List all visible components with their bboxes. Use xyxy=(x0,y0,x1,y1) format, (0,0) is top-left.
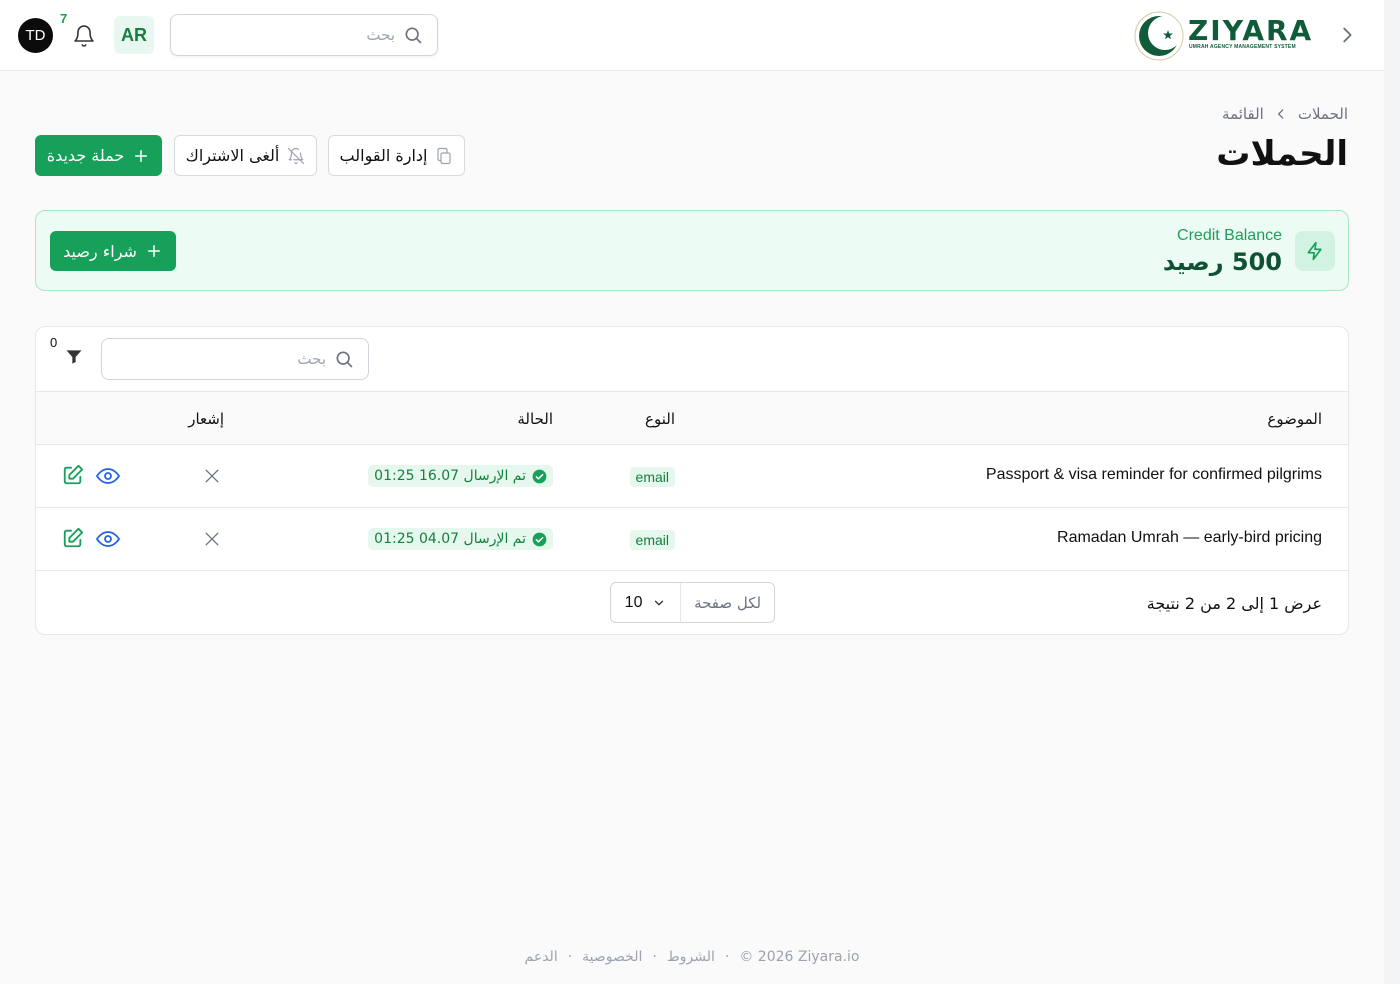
check-circle-icon xyxy=(532,532,547,546)
table-search-input[interactable] xyxy=(112,339,326,379)
credit-balance-label: Credit Balance xyxy=(1177,227,1282,244)
language-switch-button[interactable]: AR xyxy=(114,16,154,54)
row-subject: Passport & visa reminder for confirmed p… xyxy=(985,466,1322,483)
funnel-icon[interactable] xyxy=(64,347,84,367)
search-icon xyxy=(336,351,353,368)
top-bar: TD 7 AR ZIYARA UMRAH AGENCY MANAGEMENT S… xyxy=(0,0,1384,71)
logo-subtitle: UMRAH AGENCY MANAGEMENT SYSTEM xyxy=(1189,44,1296,50)
logo-text: ZIYARA xyxy=(1188,14,1314,47)
breadcrumb: الحملات القائمة xyxy=(1222,105,1348,123)
scrollbar[interactable] xyxy=(1384,0,1400,984)
unsubscribe-button[interactable]: ألغى الاشتراك xyxy=(174,135,317,176)
column-header-status[interactable]: الحالة xyxy=(517,410,553,428)
close-icon xyxy=(205,469,219,483)
credit-balance-card: Credit Balance 500 رصيد شراء رصيد xyxy=(35,210,1349,291)
filter-count-badge: 0 xyxy=(50,335,58,350)
bell-off-icon xyxy=(288,147,305,164)
footer-separator: · xyxy=(724,949,730,965)
page-title: الحملات xyxy=(1216,134,1348,174)
status-badge: تم الإرسال 16.07 01:25 xyxy=(368,465,553,487)
notification-count: 7 xyxy=(60,11,68,26)
row-subject: Ramadan Umrah — early-bird pricing xyxy=(1057,529,1322,546)
site-footer: © 2026 Ziyara.io · الشروط · الخصوصية · ا… xyxy=(0,949,1384,965)
search-icon xyxy=(405,27,422,44)
status-badge: تم الإرسال 04.07 01:25 xyxy=(368,528,553,550)
eye-icon[interactable] xyxy=(96,528,120,550)
per-page-select[interactable]: لكل صفحة 10 xyxy=(610,582,775,623)
breadcrumb-item-campaigns[interactable]: الحملات xyxy=(1298,105,1348,123)
column-header-subject[interactable]: الموضوع xyxy=(1267,410,1322,428)
buy-credit-label: شراء رصيد xyxy=(63,241,137,261)
plus-icon xyxy=(135,149,148,162)
pagination-bar: عرض 1 إلى 2 من 2 نتيجة لكل صفحة 10 xyxy=(36,570,1348,634)
buy-credit-button[interactable]: شراء رصيد xyxy=(50,231,176,271)
table-row: Ramadan Umrah — early-bird pricing email… xyxy=(36,508,1348,571)
table-search-box xyxy=(101,338,369,380)
results-summary: عرض 1 إلى 2 من 2 نتيجة xyxy=(1146,594,1322,613)
user-avatar[interactable]: TD xyxy=(18,18,53,53)
type-badge: email xyxy=(629,530,675,550)
column-header-type[interactable]: النوع xyxy=(645,410,675,428)
chevron-down-icon xyxy=(655,600,664,605)
new-campaign-label: حملة جديدة xyxy=(46,146,125,165)
edit-icon[interactable] xyxy=(62,527,84,549)
campaigns-table-card: 0 الموضوع النوع الحالة إشعار Passport & … xyxy=(35,326,1349,635)
edit-icon[interactable] xyxy=(62,464,84,486)
copy-icon xyxy=(437,147,452,164)
manage-templates-label: إدارة القوالب xyxy=(339,146,428,165)
chevron-right-icon[interactable] xyxy=(1336,23,1358,47)
unsubscribe-label: ألغى الاشتراك xyxy=(185,146,280,165)
bell-icon[interactable] xyxy=(72,24,96,48)
footer-copyright: © 2026 Ziyara.io xyxy=(739,949,860,965)
status-text: تم الإرسال 04.07 01:25 xyxy=(374,531,526,547)
close-icon xyxy=(205,532,219,546)
credit-balance-value: 500 رصيد xyxy=(1162,248,1282,276)
global-search-box xyxy=(170,14,438,56)
per-page-label: لكل صفحة xyxy=(680,583,774,622)
footer-link-privacy[interactable]: الخصوصية xyxy=(582,949,642,965)
footer-separator: · xyxy=(567,949,573,965)
global-search-input[interactable] xyxy=(181,15,395,55)
check-circle-icon xyxy=(532,469,547,483)
manage-templates-button[interactable]: إدارة القوالب xyxy=(328,135,465,176)
type-badge: email xyxy=(629,467,675,487)
per-page-number: 10 xyxy=(624,593,643,611)
bolt-icon-box xyxy=(1295,231,1335,271)
new-campaign-button[interactable]: حملة جديدة xyxy=(35,135,162,176)
footer-link-support[interactable]: الدعم xyxy=(525,949,558,965)
plus-icon xyxy=(147,245,160,257)
eye-icon[interactable] xyxy=(96,465,120,487)
footer-separator: · xyxy=(652,949,657,965)
column-header-notification[interactable]: إشعار xyxy=(188,410,224,428)
per-page-value[interactable]: 10 xyxy=(611,583,680,622)
table-header: الموضوع النوع الحالة إشعار xyxy=(36,391,1348,445)
footer-link-terms[interactable]: الشروط xyxy=(667,949,715,965)
status-text: تم الإرسال 16.07 01:25 xyxy=(374,468,526,484)
table-row: Passport & visa reminder for confirmed p… xyxy=(36,445,1348,508)
breadcrumb-item-list: القائمة xyxy=(1222,105,1264,123)
lightning-icon xyxy=(1307,241,1322,261)
chevron-left-icon xyxy=(1277,109,1284,119)
